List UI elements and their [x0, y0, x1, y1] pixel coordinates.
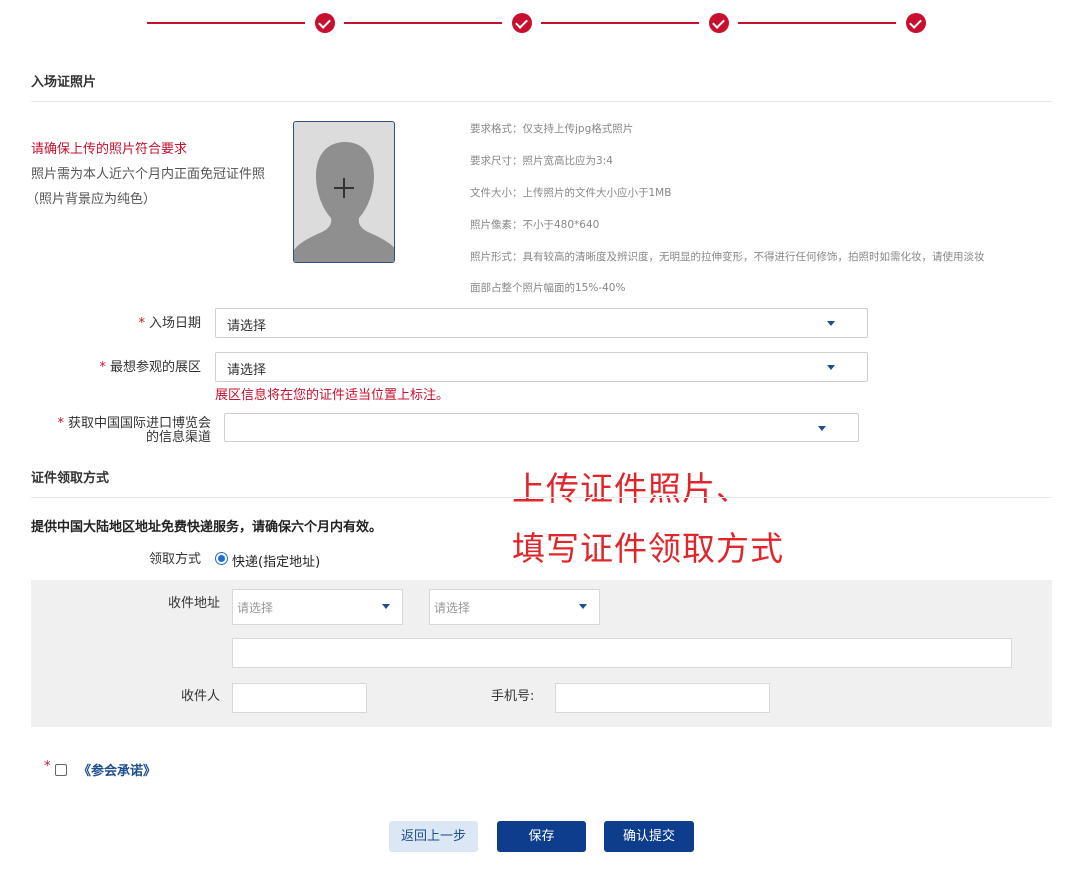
step-line: [147, 22, 305, 24]
photo-note: 照片需为本人近六个月内正面免冠证件照: [31, 167, 266, 182]
progress-stepper: [147, 13, 937, 35]
express-option-label: 快递(指定地址): [232, 555, 321, 570]
hall-select[interactable]: 请选择: [215, 352, 868, 382]
province-placeholder: 请选择: [237, 601, 274, 615]
agreement-link[interactable]: 《参会承诺》: [78, 760, 156, 779]
agreement-checkbox[interactable]: [55, 764, 67, 776]
step-line: [344, 22, 502, 24]
overlay-annotation-line2: 填写证件领取方式: [512, 529, 784, 568]
chevron-down-icon: [382, 604, 390, 609]
requirement-pixels: 照片像素：不小于480*640: [470, 219, 600, 231]
required-mark: *: [44, 759, 51, 774]
address-label: 收件地址: [167, 596, 220, 611]
requirement-filesize: 文件大小：上传照片的文件大小应小于1MB: [470, 187, 672, 199]
address-detail-input[interactable]: [232, 638, 1012, 668]
city-placeholder: 请选择: [434, 601, 471, 615]
step-line: [738, 22, 896, 24]
save-button[interactable]: 保存: [497, 821, 586, 852]
chevron-down-icon: [827, 365, 835, 370]
chevron-down-icon: [827, 321, 835, 326]
step-1-check-icon: [315, 13, 335, 33]
method-label: 领取方式: [148, 552, 201, 567]
hall-label: * 最想参观的展区: [99, 360, 201, 375]
recipient-label: 收件人: [180, 689, 220, 704]
step-4-check-icon: [906, 13, 926, 33]
step-2-check-icon: [512, 13, 532, 33]
delivery-notice: 提供中国大陆地区地址免费快递服务，请确保六个月内有效。: [31, 520, 383, 535]
entry-date-label: * 入场日期: [138, 316, 201, 331]
step-3-check-icon: [709, 13, 729, 33]
requirement-form: 照片形式：具有较高的清晰度及辨识度，无明显的拉伸变形，不得进行任何修饰，拍照时如…: [470, 251, 985, 263]
photo-upload-area[interactable]: [293, 121, 395, 263]
chevron-down-icon: [818, 426, 826, 431]
requirement-format: 要求格式：仅支持上传jpg格式照片: [470, 123, 634, 135]
entry-date-value: 请选择: [227, 319, 267, 334]
city-select[interactable]: 请选择: [429, 589, 600, 625]
delivery-section-title: 证件领取方式: [31, 471, 110, 486]
phone-label: 手机号:: [491, 689, 535, 704]
requirement-face-ratio: 面部占整个照片幅面的15%-40%: [470, 282, 626, 294]
hall-hint: 展区信息将在您的证件适当位置上标注。: [215, 388, 450, 403]
submit-button[interactable]: 确认提交: [604, 821, 694, 852]
back-button[interactable]: 返回上一步: [389, 821, 478, 852]
recipient-input[interactable]: [232, 683, 367, 713]
add-photo-icon: [334, 178, 354, 198]
photo-section-title: 入场证照片: [31, 75, 97, 90]
photo-background-note: （照片背景应为纯色）: [26, 192, 157, 207]
entry-date-select[interactable]: 请选择: [215, 308, 868, 338]
channel-select[interactable]: [224, 413, 859, 442]
divider: [31, 497, 1052, 498]
phone-input[interactable]: [555, 683, 770, 713]
hall-value: 请选择: [227, 363, 267, 378]
photo-warning: 请确保上传的照片符合要求: [31, 142, 188, 157]
requirement-size: 要求尺寸：照片宽高比应为3:4: [470, 155, 613, 167]
overlay-annotation-line1: 上传证件照片、: [512, 469, 750, 508]
province-select[interactable]: 请选择: [232, 589, 403, 625]
step-line: [541, 22, 699, 24]
express-radio[interactable]: [215, 552, 228, 565]
channel-label: * 获取中国国际进口博览会 的信息渠道: [57, 416, 211, 445]
divider: [31, 101, 1052, 102]
chevron-down-icon: [579, 604, 587, 609]
